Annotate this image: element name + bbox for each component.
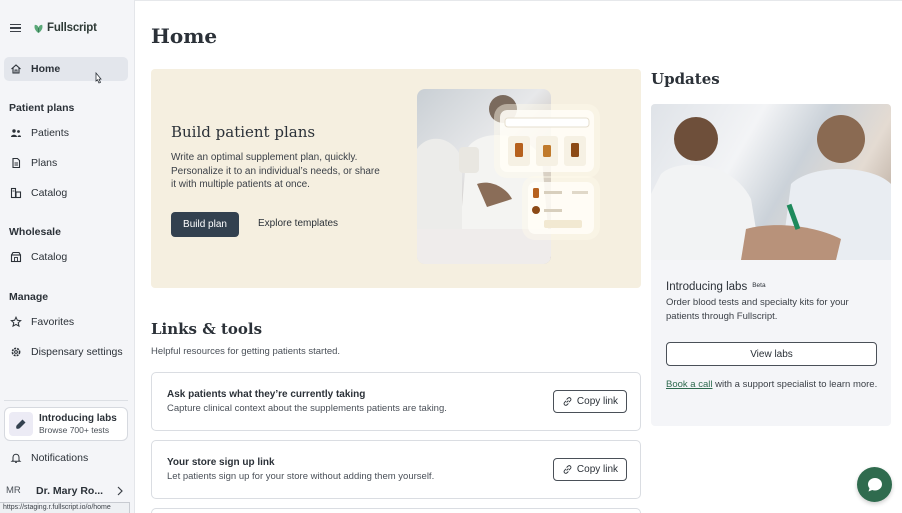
storefront-icon [10,251,22,263]
promo-subtitle: Browse 700+ tests [39,424,110,435]
tool-card-partial [151,508,641,513]
sidebar-item-patients[interactable]: Patients [4,121,128,145]
brand-logo[interactable]: Fullscript [33,22,97,34]
page-title: Home [151,24,218,48]
section-manage: Manage [9,291,49,303]
labs-promo[interactable]: Introducing labs Browse 700+ tests [4,407,128,441]
beta-badge: Beta [752,282,766,289]
update-title: Introducing labs [666,281,748,293]
copy-link-button[interactable]: Copy link [553,390,627,413]
app-root: Fullscript Home Patient plans Patients P… [0,0,902,513]
tool-card-title: Ask patients what they’re currently taki… [167,389,366,400]
brand-name: Fullscript [47,22,97,34]
tool-card-store-signup: Your store sign up link Let patients sig… [151,440,641,499]
copy-link-label: Copy link [576,464,619,475]
document-icon [12,157,21,169]
explore-templates-button[interactable]: Explore templates [258,218,338,229]
sidebar-item-favorites[interactable]: Favorites [4,310,128,334]
chat-button[interactable] [857,467,892,502]
tool-card-description: Capture clinical context about the suppl… [167,403,447,414]
book-call-link[interactable]: Book a call [666,379,712,390]
star-icon [10,316,22,328]
sidebar-item-wholesale-catalog[interactable]: Catalog [4,245,128,269]
menu-icon[interactable] [10,23,21,33]
copy-link-label: Copy link [576,396,619,407]
sidebar-item-label: Favorites [31,316,75,328]
sidebar-item-catalog[interactable]: Catalog [4,181,128,205]
lab-photo [651,104,891,260]
section-patient-plans: Patient plans [9,102,75,114]
sidebar: Fullscript Home Patient plans Patients P… [0,0,135,513]
chat-icon [867,477,882,491]
leaf-icon [34,24,43,33]
users-icon [11,129,21,137]
test-tube-icon [9,412,33,436]
tool-card-current-supplements: Ask patients what they’re currently taki… [151,372,641,431]
top-divider [0,0,902,1]
update-footer-text: with a support specialist to learn more. [712,379,878,390]
link-icon [563,397,572,406]
updates-heading: Updates [651,70,720,88]
catalog-icon [10,187,22,199]
update-description: Order blood tests and specialty kits for… [666,297,849,322]
sidebar-item-label: Plans [31,157,58,169]
plan-preview-card [528,182,594,234]
status-bar-url: https://staging.r.fullscript.io/o/home [0,502,130,513]
update-footer: Book a call with a support specialist to… [666,378,881,392]
home-icon [11,64,21,74]
banner-description: Write an optimal supplement plan, quickl… [171,152,380,190]
bell-icon [10,453,22,463]
sidebar-item-dispensary-settings[interactable]: Dispensary settings [4,340,128,364]
promo-title: Introducing labs [39,412,117,424]
copy-link-button[interactable]: Copy link [553,458,627,481]
product-search-card [500,110,594,172]
build-plan-button[interactable]: Build plan [171,212,239,237]
sidebar-item-label: Home [31,63,61,75]
build-plans-banner: Build patient plans Write an optimal sup… [151,69,641,288]
sidebar-header: Fullscript [10,22,97,34]
sidebar-item-label: Notifications [31,452,89,464]
view-labs-button[interactable]: View labs [666,342,877,366]
links-tools-heading: Links & tools [151,320,263,338]
links-tools-subtitle: Helpful resources for getting patients s… [151,346,341,357]
sidebar-divider [4,400,128,401]
chevron-right-icon[interactable] [116,486,124,496]
sidebar-item-label: Patients [31,127,69,139]
avatar[interactable]: MR [6,485,21,496]
sidebar-item-label: Dispensary settings [31,346,123,358]
sidebar-item-home[interactable]: Home [4,57,128,81]
sidebar-item-label: Catalog [31,251,68,263]
user-name[interactable]: Dr. Mary Ro... [36,485,103,497]
update-title-row: Introducing labs Beta [666,281,766,293]
sidebar-item-plans[interactable]: Plans [4,151,128,175]
banner-title: Build patient plans [171,123,316,141]
tool-card-description: Let patients sign up for your store with… [167,471,435,482]
sidebar-item-label: Catalog [31,187,68,199]
mouse-cursor-icon [95,72,102,84]
section-wholesale: Wholesale [9,226,61,238]
tool-card-title: Your store sign up link [167,457,275,468]
gear-icon [11,347,21,357]
sidebar-item-notifications[interactable]: Notifications [4,446,128,470]
update-card-labs: Introducing labs Beta Order blood tests … [651,104,891,426]
link-icon [563,465,572,474]
